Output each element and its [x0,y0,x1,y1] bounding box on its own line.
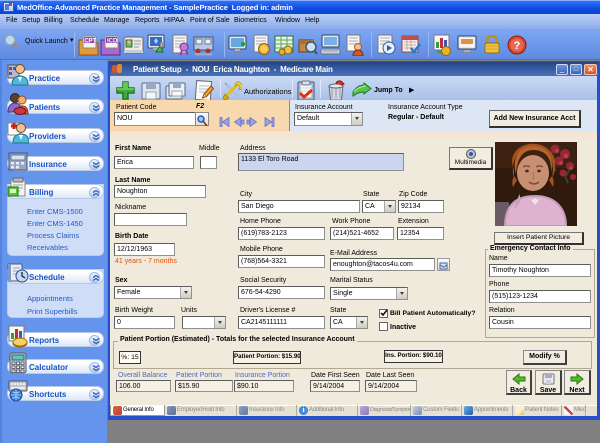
svg-text:CPT: CPT [84,39,96,45]
svg-text:?: ? [514,40,521,52]
svg-text:ICD: ICD [107,39,118,45]
